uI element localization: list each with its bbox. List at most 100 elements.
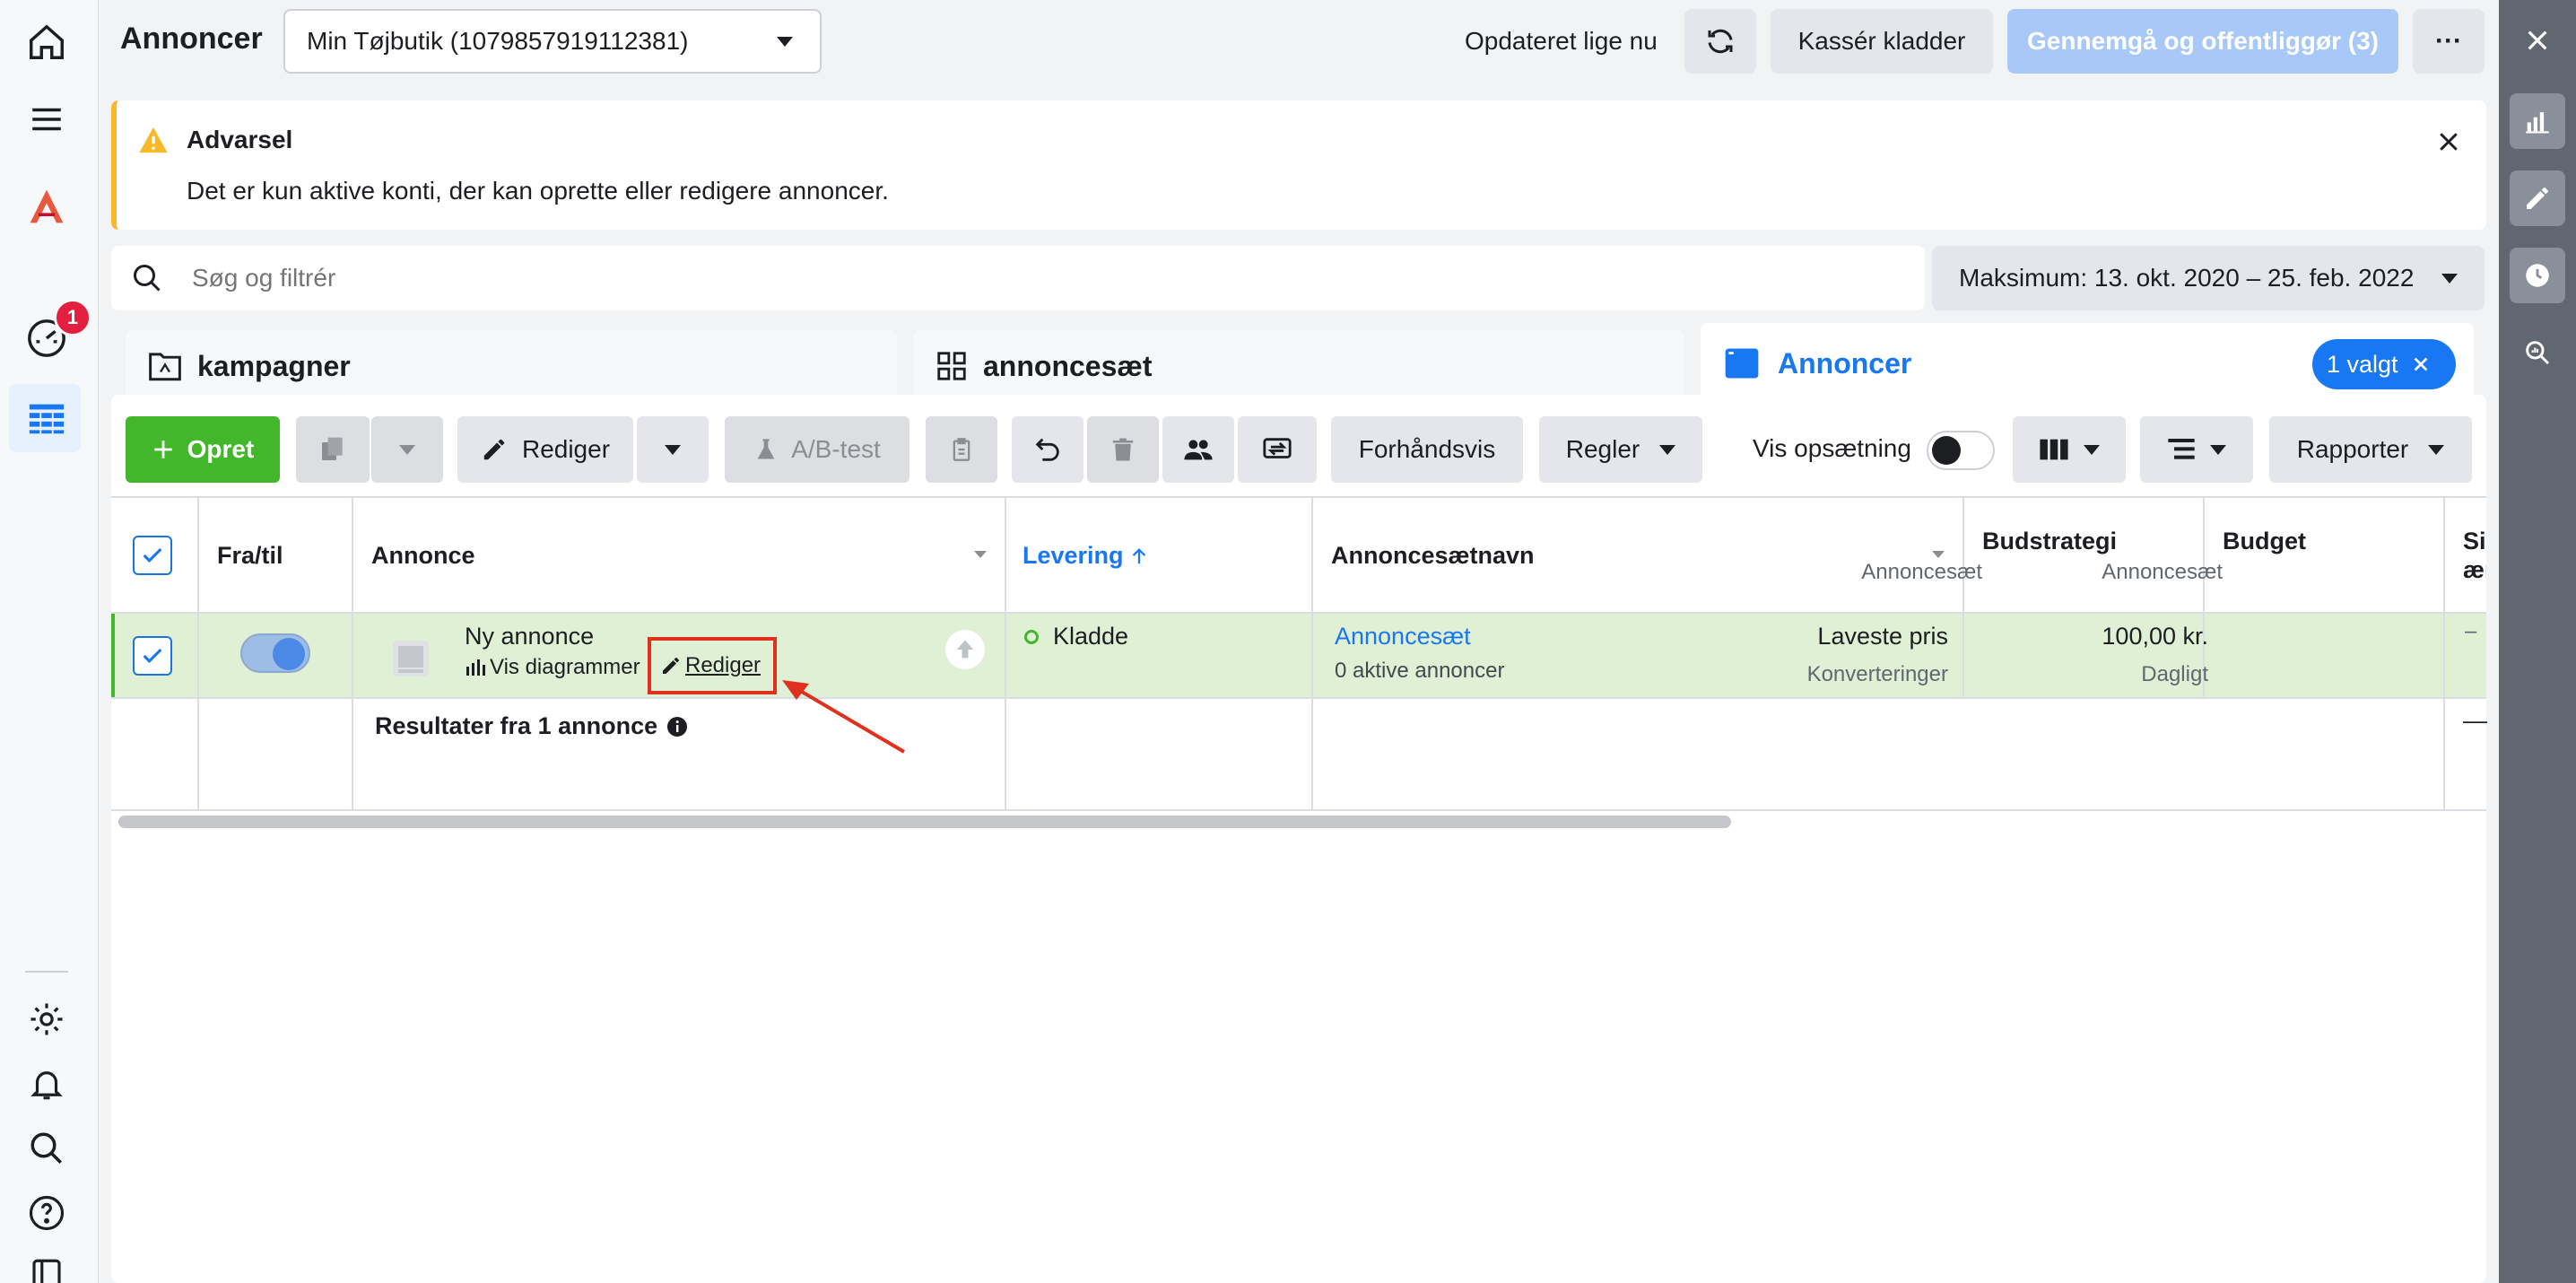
edit-button[interactable]: Rediger bbox=[457, 416, 633, 483]
pencil-icon bbox=[483, 439, 505, 460]
notification-badge: 1 bbox=[54, 299, 91, 336]
selected-count-chip[interactable]: 1 valgt bbox=[2312, 339, 2456, 389]
duplicate-dropdown-button[interactable] bbox=[371, 416, 443, 483]
column-header-onoff[interactable]: Fra/til bbox=[217, 542, 283, 570]
close-icon[interactable] bbox=[2510, 13, 2565, 68]
columns-button[interactable] bbox=[2013, 416, 2126, 483]
column-divider bbox=[1311, 498, 1313, 809]
breakdown-button[interactable] bbox=[2140, 416, 2253, 483]
ab-test-label: A/B-test bbox=[791, 435, 881, 463]
ad-name[interactable]: Ny annonce bbox=[465, 623, 594, 650]
create-button[interactable]: Opret bbox=[126, 416, 280, 483]
duplicate-button[interactable] bbox=[296, 416, 370, 483]
menu-icon[interactable] bbox=[24, 97, 69, 142]
review-publish-button[interactable]: Gennemgå og offentliggør (3) bbox=[2007, 9, 2398, 74]
edit-ad-link[interactable]: Rediger bbox=[660, 653, 761, 678]
discard-drafts-button[interactable]: Kassér kladder bbox=[1771, 9, 1993, 74]
search-icon[interactable] bbox=[24, 1126, 69, 1171]
undo-button[interactable] bbox=[1012, 416, 1083, 483]
draft-status-dot bbox=[1024, 630, 1039, 644]
search-input[interactable] bbox=[192, 255, 1878, 301]
reports-button-label: Rapporter bbox=[2296, 435, 2409, 463]
refresh-button[interactable] bbox=[1684, 9, 1756, 74]
warning-text: Det er kun aktive konti, der kan oprette… bbox=[187, 177, 889, 205]
results-label: Resultater fra 1 annonce bbox=[375, 712, 658, 739]
truncated-cell: – bbox=[2465, 619, 2477, 643]
column-header-bid-strategy[interactable]: Budstrategi bbox=[1982, 528, 2117, 555]
row-checkbox[interactable] bbox=[133, 636, 172, 676]
edit-dropdown-button[interactable] bbox=[637, 416, 709, 483]
bell-icon[interactable] bbox=[24, 1061, 69, 1106]
results-summary: Resultater fra 1 annonce bbox=[375, 712, 688, 740]
adset-active-count: 0 aktive annoncer bbox=[1335, 659, 1505, 683]
tab-ads[interactable]: Annoncer 1 valgt bbox=[1701, 323, 2474, 404]
account-selector[interactable]: Min Tøjbutik (1079857919112381) bbox=[283, 9, 822, 74]
chevron-down-icon bbox=[777, 36, 793, 47]
delivery-status: Kladde bbox=[1053, 623, 1129, 650]
audience-button[interactable] bbox=[1162, 416, 1234, 483]
edit-ad-label: Rediger bbox=[685, 653, 761, 677]
column-header-adset-name[interactable]: Annoncesætnavn bbox=[1331, 542, 1535, 570]
ab-test-button[interactable]: A/B-test bbox=[725, 416, 909, 483]
delivery-header-label: Levering bbox=[1023, 542, 1124, 569]
reports-button[interactable]: Rapporter bbox=[2269, 416, 2472, 483]
zoom-insights-icon[interactable] bbox=[2510, 325, 2565, 380]
history-clock-icon[interactable] bbox=[2510, 248, 2565, 303]
ad-status-toggle[interactable] bbox=[240, 633, 310, 673]
duplicate-icon bbox=[322, 437, 343, 460]
export-button[interactable] bbox=[1238, 416, 1317, 483]
export-arrows-icon bbox=[1263, 438, 1292, 458]
column-header-budget[interactable]: Budget bbox=[2223, 528, 2306, 555]
report-book-icon[interactable] bbox=[24, 1252, 69, 1283]
clipboard-button[interactable] bbox=[926, 416, 997, 483]
ad-thumbnail-icon bbox=[393, 641, 429, 676]
edit-button-label: Rediger bbox=[521, 435, 611, 463]
table-icon[interactable] bbox=[24, 396, 69, 441]
preview-button[interactable]: Forhåndsvis bbox=[1331, 416, 1523, 483]
dismiss-warning-button[interactable] bbox=[2427, 120, 2470, 163]
home-icon[interactable] bbox=[24, 20, 69, 65]
tab-adsets[interactable]: annoncesæt bbox=[913, 330, 1684, 402]
search-filter-bar[interactable] bbox=[111, 246, 1925, 310]
right-side-panel bbox=[2499, 0, 2576, 1283]
sort-ascending-arrow-icon bbox=[1132, 547, 1145, 563]
create-button-label: Opret bbox=[187, 435, 255, 463]
sort-caret-icon[interactable] bbox=[1932, 551, 1945, 558]
delete-button[interactable] bbox=[1087, 416, 1159, 483]
toggle-knob bbox=[273, 638, 305, 670]
publish-status-button[interactable] bbox=[945, 630, 985, 669]
chart-icon[interactable] bbox=[2510, 93, 2565, 149]
breakdown-icon bbox=[2168, 439, 2195, 459]
view-charts-link[interactable]: Vis diagrammer bbox=[465, 655, 640, 680]
bid-strategy-value: Laveste pris bbox=[1817, 623, 1948, 650]
chevron-down-icon bbox=[399, 444, 415, 455]
bid-strategy-goal: Konverteringer bbox=[1806, 662, 1948, 686]
tab-campaigns-label: kampagner bbox=[197, 349, 351, 382]
rules-button[interactable]: Regler bbox=[1539, 416, 1702, 483]
adset-link[interactable]: Annoncesæt bbox=[1335, 623, 1471, 650]
column-header-ad[interactable]: Annonce bbox=[371, 542, 475, 570]
column-header-delivery[interactable]: Levering bbox=[1023, 542, 1149, 570]
settings-gear-icon[interactable] bbox=[24, 997, 69, 1042]
tab-campaigns[interactable]: kampagner bbox=[126, 330, 897, 402]
horizontal-scrollbar[interactable] bbox=[118, 816, 1731, 828]
table-top-border bbox=[111, 496, 2486, 498]
ads-manager-logo-icon[interactable] bbox=[24, 184, 69, 229]
column-divider bbox=[197, 498, 199, 809]
column-header-truncated[interactable]: Si bbox=[2463, 528, 2486, 555]
pencil-icon[interactable] bbox=[2510, 170, 2565, 226]
select-all-checkbox[interactable] bbox=[133, 536, 172, 575]
date-range-selector[interactable]: Maksimum: 13. okt. 2020 – 25. feb. 2022 bbox=[1932, 246, 2485, 310]
clear-selection-icon[interactable] bbox=[2411, 354, 2431, 374]
bar-chart-icon bbox=[466, 659, 485, 676]
view-setup-toggle[interactable] bbox=[1927, 431, 1995, 470]
chevron-down-icon bbox=[2084, 444, 2100, 455]
help-icon[interactable] bbox=[24, 1191, 69, 1235]
sort-caret-icon[interactable] bbox=[974, 551, 987, 558]
info-icon[interactable] bbox=[666, 716, 688, 738]
warning-icon bbox=[139, 127, 168, 153]
budget-level: Annoncesæt bbox=[2102, 560, 2223, 584]
bid-strategy-level: Annoncesæt bbox=[1861, 560, 1982, 584]
column-header-truncated-line2: æn bbox=[2463, 556, 2486, 583]
more-options-button[interactable]: ··· bbox=[2413, 9, 2485, 74]
